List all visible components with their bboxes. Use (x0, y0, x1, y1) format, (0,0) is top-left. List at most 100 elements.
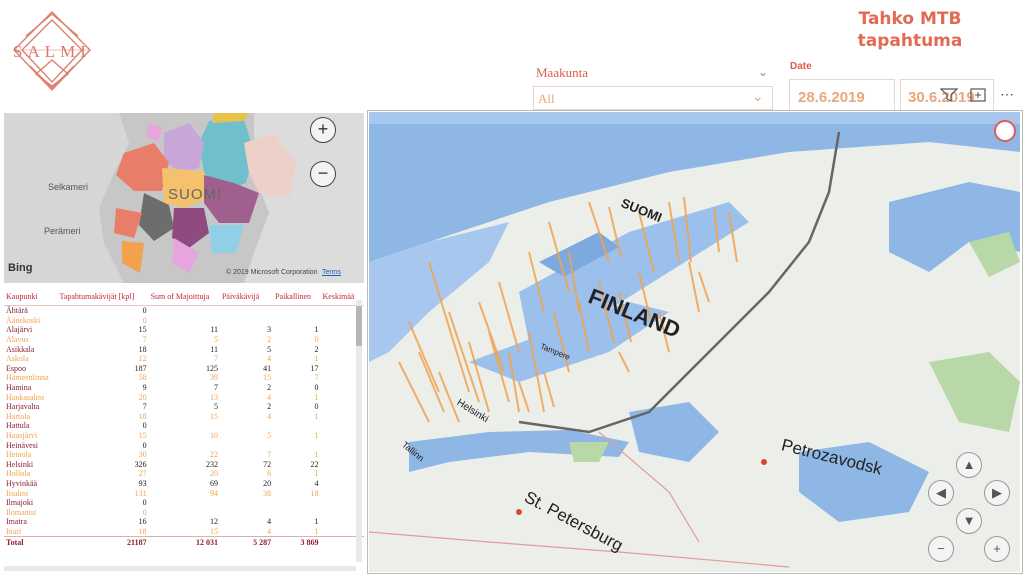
col-header-paivakavija[interactable]: Päiväkävijä (219, 288, 274, 306)
table-cell-value (149, 316, 220, 326)
table-cell-value: 7 (213, 354, 218, 364)
table-row[interactable]: Ähtärä 0 (4, 306, 364, 316)
table-cell-value: 7 (142, 335, 147, 345)
table-cell-value: 41 (263, 363, 272, 373)
col-header-kaupunki[interactable]: Kaupunki (4, 288, 58, 306)
zoom-out-button[interactable]: − (310, 161, 336, 187)
visitors-table: Kaupunki Tapahtumakävijät [kpl] Sum of M… (4, 288, 364, 568)
table-cell-value: 6 (267, 469, 272, 479)
table-cell-value: 7 (267, 450, 272, 460)
maakunta-dropdown[interactable] (533, 86, 773, 110)
table-cell-city: Heinävesi (6, 440, 38, 450)
table-cell-value: 0 (142, 315, 147, 325)
table-scrollbar-thumb[interactable] (356, 306, 362, 346)
table-row[interactable]: Hausjärvi 15 10 5 1 (4, 431, 364, 441)
table-row[interactable]: Heinävesi 0 (4, 440, 364, 450)
table-cell-value (220, 421, 273, 431)
map-zoom-out-button[interactable]: − (928, 536, 954, 562)
title-line-2: tapahtuma (857, 31, 963, 51)
table-row[interactable]: Hollola 27 20 6 1 (4, 469, 364, 479)
table-cell-value: 18 (138, 411, 147, 421)
table-cell-city: Hankasalmi (6, 392, 45, 402)
table-cell-value: 7 (314, 373, 319, 383)
city-marker-st-petersburg (516, 509, 522, 515)
table-row[interactable]: Hattula 0 (4, 421, 364, 431)
table-cell-value (220, 440, 273, 450)
table-row[interactable]: Hamina 9 7 2 0 (4, 383, 364, 393)
rotate-right-button[interactable]: ▶ (984, 480, 1010, 506)
table-cell-value (220, 316, 273, 326)
total-value: 5 287 (219, 536, 274, 547)
table-row[interactable]: Hartola 18 15 4 1 (4, 412, 364, 422)
date-start-value[interactable]: 28.6.2019 (798, 89, 865, 106)
map-label-suomi: SUOMI (168, 186, 223, 203)
table-row[interactable]: Hyvinkää 93 69 20 4 (4, 479, 364, 489)
table-cell-city: Hamina (6, 383, 32, 393)
table-row[interactable]: Heinola 30 22 7 1 (4, 450, 364, 460)
table-cell-value: 1 (314, 431, 319, 441)
table-cell-value: 1 (314, 526, 319, 536)
tilt-up-button[interactable]: ▲ (956, 452, 982, 478)
table-cell-city: Askola (6, 354, 29, 364)
table-cell-value (273, 316, 320, 326)
col-header-paikallinen[interactable]: Paikallinen (273, 288, 321, 306)
table-row[interactable]: Imatra 16 12 4 1 (4, 517, 364, 527)
page-title: Tahko MTB tapahtuma (840, 8, 980, 52)
chevron-down-icon[interactable]: ⌄ (752, 88, 764, 105)
city-marker-petrozavodsk (761, 459, 767, 465)
table-row[interactable]: Hämeenlinna 58 39 15 7 (4, 373, 364, 383)
table-cell-value: 30 (138, 450, 147, 460)
table-cell-value: 1 (314, 325, 319, 335)
table-cell-city: Imatra (6, 517, 27, 527)
table-row[interactable]: Helsinki 326 232 72 22 (4, 460, 364, 470)
table-cell-value: 9 (142, 383, 147, 393)
table-row[interactable]: Askola 12 7 4 1 (4, 354, 364, 364)
table-cell-value: 39 (209, 373, 218, 383)
table-row[interactable]: Alajärvi 15 11 3 1 (4, 325, 364, 335)
table-cell-value: 4 (267, 392, 272, 402)
total-label: Total (4, 536, 58, 547)
table-cell-value: 15 (138, 325, 147, 335)
map-terms-link[interactable]: Terms (322, 269, 341, 276)
table-row[interactable]: Inari 18 15 4 1 (4, 527, 364, 537)
table-row[interactable]: Harjavalta 7 5 2 0 (4, 402, 364, 412)
table-row[interactable]: Ilomantsi 0 (4, 507, 364, 517)
table-cell-value: 1 (314, 517, 319, 527)
table-cell-value: 18 (310, 488, 319, 498)
map-status-indicator[interactable] (994, 120, 1016, 142)
focus-mode-icon[interactable] (970, 88, 986, 102)
table-cell-value (220, 507, 273, 517)
table-row[interactable]: Hankasalmi 20 13 4 1 (4, 392, 364, 402)
map-zoom-in-button[interactable]: + (984, 536, 1010, 562)
col-header-majoittuja[interactable]: Sum of Majoittuja (148, 288, 220, 306)
table-row[interactable]: Alavus 7 5 2 0 (4, 335, 364, 345)
maakunta-dropdown-value[interactable]: All (538, 91, 555, 107)
filter-icon[interactable] (940, 88, 958, 102)
table-cell-value: 2 (314, 344, 319, 354)
table-cell-value: 3 (267, 325, 272, 335)
table-cell-value (273, 498, 320, 508)
table-cell-value: 94 (209, 488, 218, 498)
zoom-in-button[interactable]: + (310, 117, 336, 143)
finland-3d-map[interactable]: FINLAND SUOMI Petrozavodsk St. Petersbur… (369, 112, 1020, 572)
col-header-visitors[interactable]: Tapahtumakävijät [kpl] (57, 288, 149, 306)
table-cell-value: 16 (138, 517, 147, 527)
more-options-icon[interactable]: ⋯ (1000, 86, 1015, 103)
table-row[interactable]: Asikkala 18 11 5 2 (4, 344, 364, 354)
table-row[interactable]: Ilmajoki 0 (4, 498, 364, 508)
table-cell-value: 15 (263, 373, 272, 383)
table-cell-value: 0 (142, 507, 147, 517)
table-cell-value: 0 (314, 335, 319, 345)
table-horizontal-scrollbar[interactable] (4, 566, 356, 571)
table-total-row: Total 21187 12 031 5 287 3 869 (4, 536, 364, 547)
table-cell-value: 10 (209, 431, 218, 441)
table-cell-value: 1 (314, 469, 319, 479)
total-value: 21187 (57, 536, 149, 547)
tilt-down-button[interactable]: ▼ (956, 508, 982, 534)
table-row[interactable]: Äänekoski 0 (4, 316, 364, 326)
rotate-left-button[interactable]: ◀ (928, 480, 954, 506)
table-row[interactable]: Espoo 187 125 41 17 (4, 364, 364, 374)
slicer-collapse-icon[interactable]: ⌄ (758, 65, 768, 79)
map-label-selkameri: Selkameri (48, 182, 89, 192)
table-row[interactable]: Iisalmi 131 94 38 18 (4, 488, 364, 498)
